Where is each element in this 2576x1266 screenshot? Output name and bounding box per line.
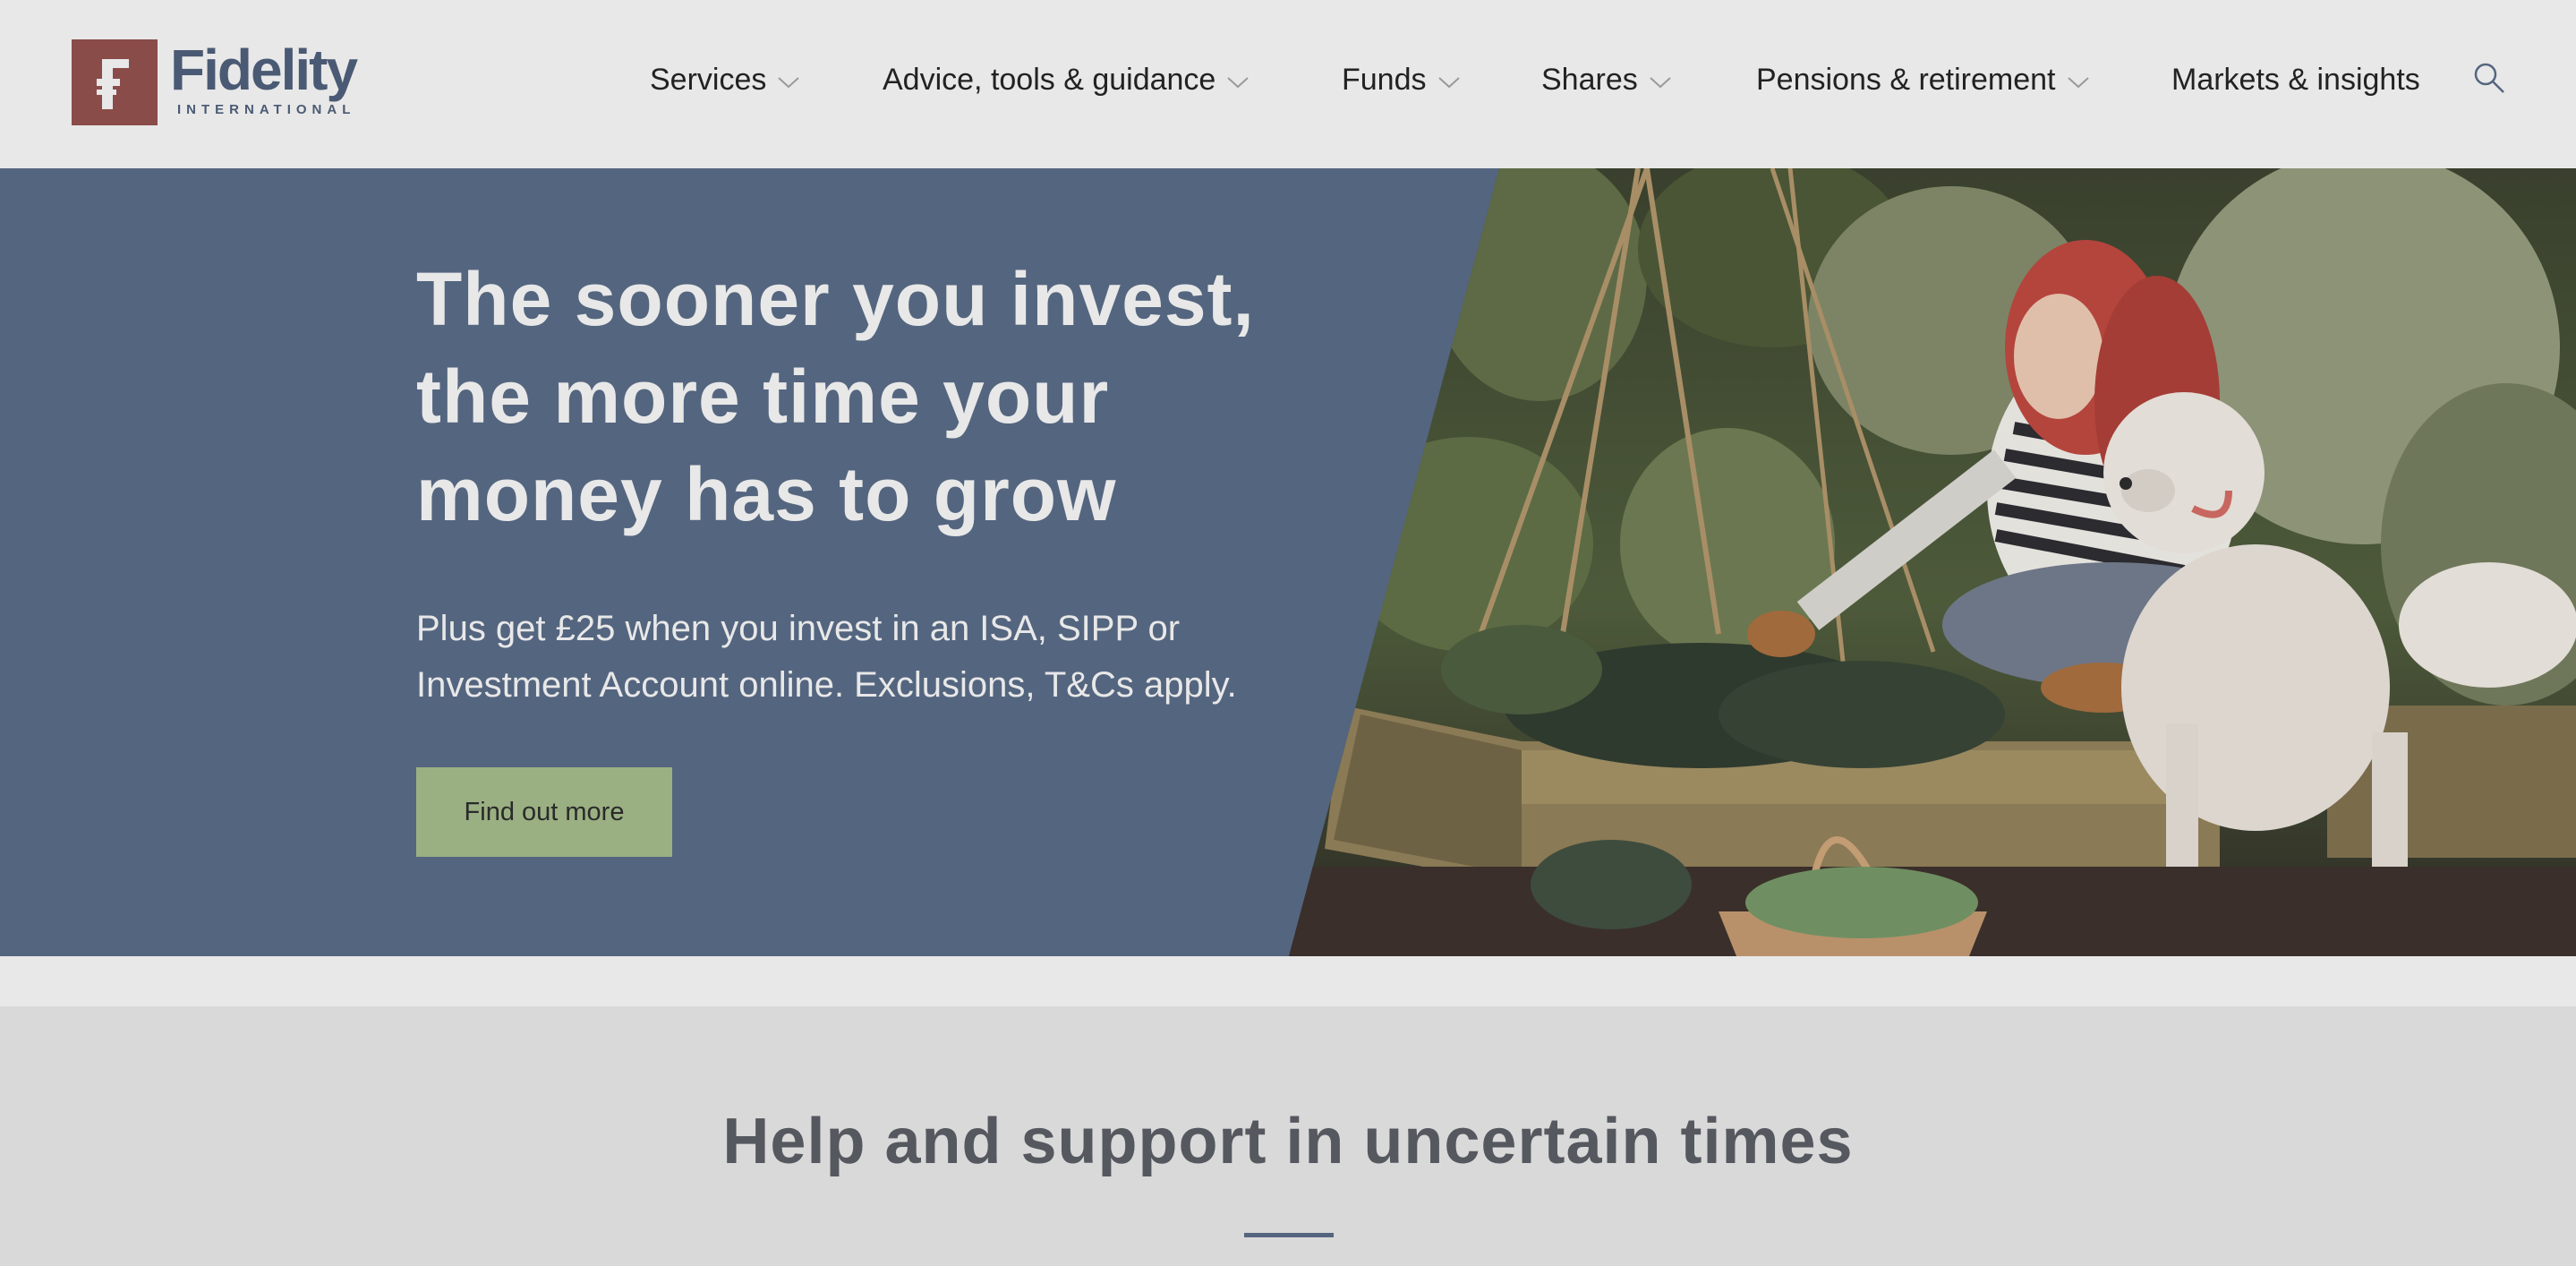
nav-item-label: Services	[650, 63, 767, 97]
hero-title-line: money has to grow	[416, 452, 1117, 536]
nav-item-label: Markets & insights	[2171, 63, 2420, 97]
find-out-more-button[interactable]: Find out more	[416, 767, 672, 857]
hero-banner: The sooner you invest, the more time you…	[0, 168, 2576, 956]
hero-title: The sooner you invest, the more time you…	[416, 251, 1311, 543]
nav-item-label: Shares	[1541, 63, 1638, 97]
help-section-title: Help and support in uncertain times	[722, 1106, 1854, 1177]
hero-title-line: The sooner you invest,	[416, 257, 1255, 341]
main-nav: Services Advice, tools & guidance Funds …	[0, 63, 2576, 107]
nav-item-markets-insights[interactable]: Markets & insights	[2171, 63, 2420, 98]
title-underline-divider	[1244, 1233, 1334, 1237]
site-header: Fidelity INTERNATIONAL Services Advice, …	[0, 0, 2576, 168]
hero-subtitle-line: Investment Account online. Exclusions, T…	[416, 665, 1237, 705]
chevron-down-icon	[777, 63, 800, 98]
chevron-down-icon	[1437, 63, 1461, 98]
search-icon[interactable]	[2472, 61, 2508, 97]
nav-item-funds[interactable]: Funds	[1342, 63, 1461, 98]
help-support-section: Help and support in uncertain times	[0, 1006, 2576, 1266]
hero-text-block: The sooner you invest, the more time you…	[416, 251, 1311, 714]
nav-item-label: Advice, tools & guidance	[883, 63, 1216, 97]
nav-item-advice-tools-guidance[interactable]: Advice, tools & guidance	[883, 63, 1250, 98]
hero-subtitle-line: Plus get £25 when you invest in an ISA, …	[416, 609, 1181, 648]
nav-item-shares[interactable]: Shares	[1541, 63, 1672, 98]
chevron-down-icon	[1649, 63, 1672, 98]
nav-item-label: Funds	[1342, 63, 1427, 97]
chevron-down-icon	[1226, 63, 1250, 98]
chevron-down-icon	[2067, 63, 2090, 98]
hero-subtitle: Plus get £25 when you invest in an ISA, …	[416, 601, 1311, 714]
hero-title-line: the more time your	[416, 355, 1110, 439]
nav-item-pensions-retirement[interactable]: Pensions & retirement	[1756, 63, 2090, 98]
nav-item-services[interactable]: Services	[650, 63, 800, 98]
nav-item-label: Pensions & retirement	[1756, 63, 2056, 97]
